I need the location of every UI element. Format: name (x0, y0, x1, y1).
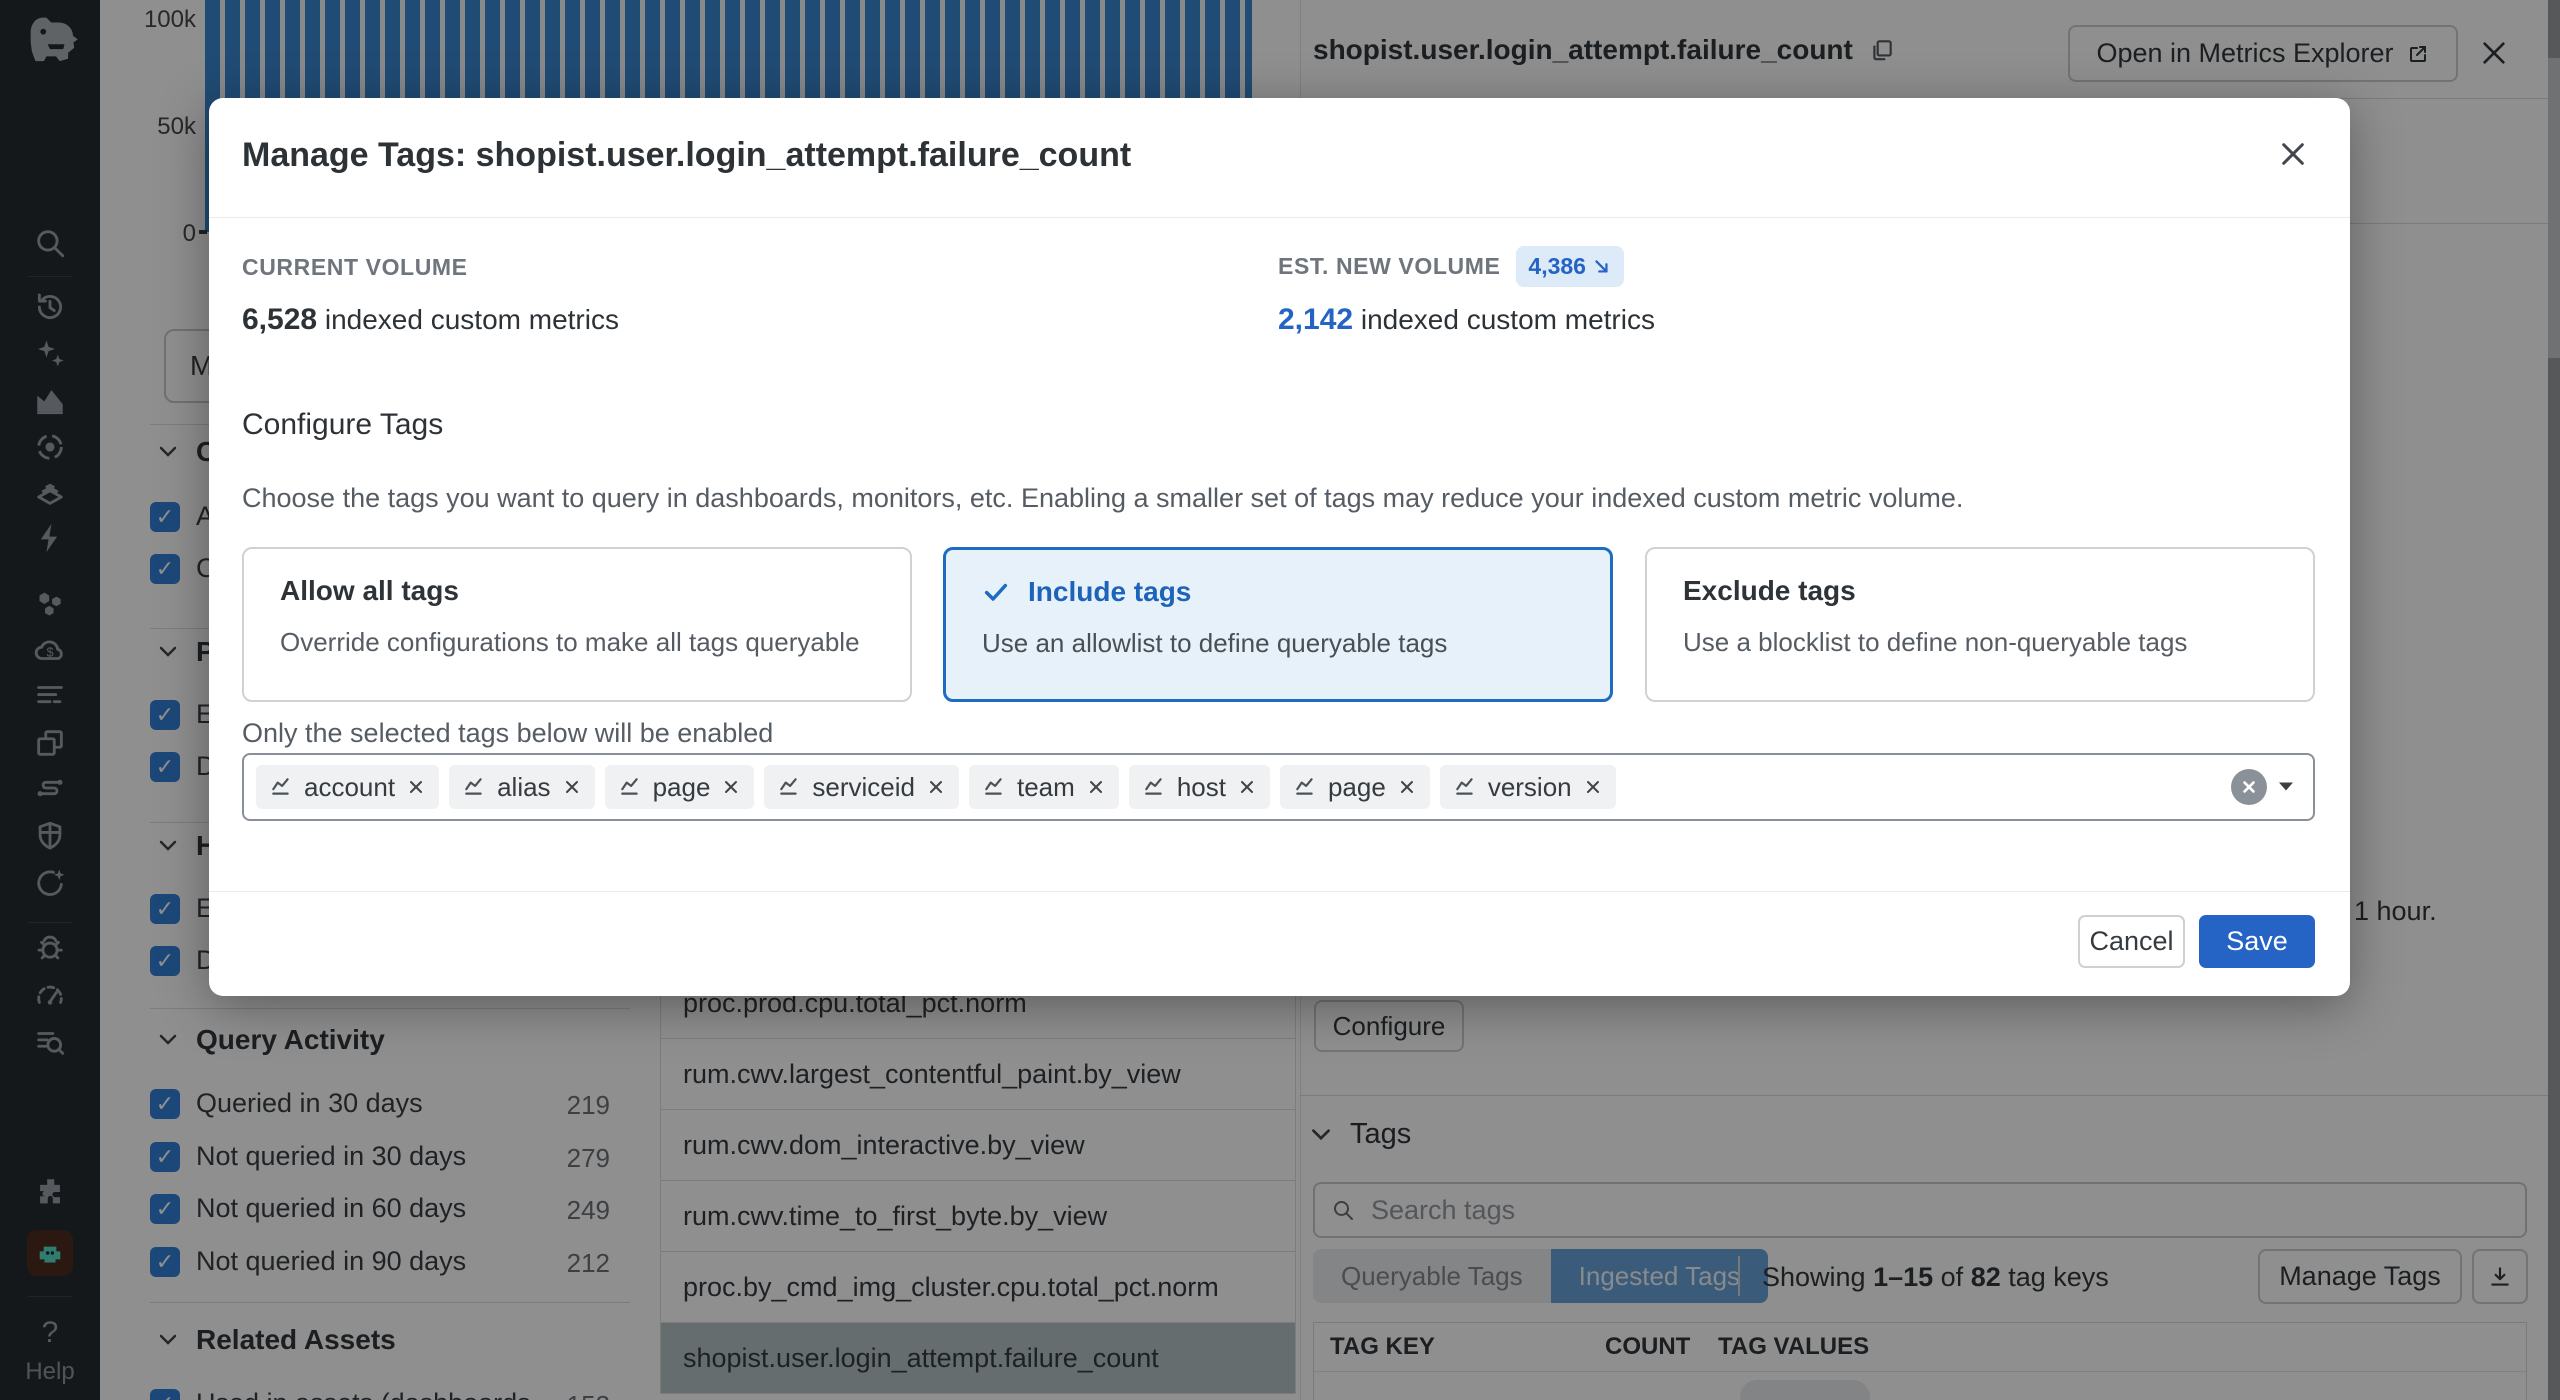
tag-chip-label: page (1328, 772, 1386, 803)
remove-tag-icon[interactable] (1584, 778, 1602, 796)
option-card-include-tags[interactable]: Include tags Use an allowlist to define … (943, 547, 1613, 702)
option-description: Override configurations to make all tags… (280, 627, 860, 658)
line-chart-icon (778, 776, 800, 798)
check-icon (982, 578, 1010, 606)
allowlist-note: Only the selected tags below will be ena… (242, 718, 773, 749)
remove-tag-icon[interactable] (1087, 778, 1105, 796)
tag-chip: alias (449, 765, 594, 809)
tag-chip-label: serviceid (812, 772, 915, 803)
divider (209, 217, 2350, 218)
clear-all-tags-icon[interactable] (2231, 769, 2267, 805)
tag-chip: serviceid (764, 765, 959, 809)
option-description: Use a blocklist to define non-queryable … (1683, 627, 2187, 658)
tag-chip-label: account (304, 772, 395, 803)
volume-delta-badge: 4,386 (1516, 246, 1624, 287)
divider (209, 891, 2350, 892)
current-volume-label: CURRENT VOLUME (242, 254, 468, 281)
modal-title: Manage Tags: shopist.user.login_attempt.… (242, 136, 1131, 175)
line-chart-icon (270, 776, 292, 798)
tag-chip: host (1129, 765, 1270, 809)
current-volume-value: 6,528 indexed custom metrics (242, 303, 619, 337)
line-chart-icon (1454, 776, 1476, 798)
dropdown-caret-icon[interactable] (2277, 781, 2295, 793)
arrow-down-right-icon (1592, 257, 1612, 277)
close-modal-icon[interactable] (2277, 138, 2309, 170)
metrics-summary-screen: $ ? (0, 0, 2560, 1400)
remove-tag-icon[interactable] (1398, 778, 1416, 796)
line-chart-icon (619, 776, 641, 798)
remove-tag-icon[interactable] (927, 778, 945, 796)
option-card-allow-all-tags[interactable]: Allow all tags Override configurations t… (242, 547, 912, 702)
remove-tag-icon[interactable] (407, 778, 425, 796)
option-card-exclude-tags[interactable]: Exclude tags Use a blocklist to define n… (1645, 547, 2315, 702)
remove-tag-icon[interactable] (1238, 778, 1256, 796)
tag-chip-label: team (1017, 772, 1075, 803)
est-new-volume-label: EST. NEW VOLUME (1278, 253, 1500, 280)
line-chart-icon (1143, 776, 1165, 798)
option-title: Include tags (1028, 576, 1191, 608)
est-new-volume-row: EST. NEW VOLUME 4,386 (1278, 246, 1624, 287)
tag-chip-label: page (653, 772, 711, 803)
tag-chip: page (605, 765, 755, 809)
option-description: Use an allowlist to define queryable tag… (982, 628, 1447, 659)
option-title: Exclude tags (1683, 575, 1856, 607)
tag-chip-label: host (1177, 772, 1226, 803)
est-new-volume-value: 2,142 indexed custom metrics (1278, 303, 1655, 337)
manage-tags-modal: Manage Tags: shopist.user.login_attempt.… (209, 98, 2350, 996)
tag-chip: account (256, 765, 439, 809)
save-button-label: Save (2226, 926, 2288, 957)
configure-tags-heading: Configure Tags (242, 408, 443, 442)
remove-tag-icon[interactable] (563, 778, 581, 796)
cancel-button[interactable]: Cancel (2078, 915, 2185, 968)
cancel-button-label: Cancel (2089, 926, 2173, 957)
configure-tags-description: Choose the tags you want to query in das… (242, 483, 1963, 514)
save-button[interactable]: Save (2199, 915, 2315, 968)
tag-chip: team (969, 765, 1119, 809)
tag-chip-label: version (1488, 772, 1572, 803)
line-chart-icon (463, 776, 485, 798)
tag-chip-label: alias (497, 772, 550, 803)
option-title: Allow all tags (280, 575, 459, 607)
tag-chip: page (1280, 765, 1430, 809)
tag-allowlist-field[interactable]: account alias page serviceid team (242, 753, 2315, 821)
remove-tag-icon[interactable] (722, 778, 740, 796)
line-chart-icon (1294, 776, 1316, 798)
line-chart-icon (983, 776, 1005, 798)
tag-chip: version (1440, 765, 1616, 809)
